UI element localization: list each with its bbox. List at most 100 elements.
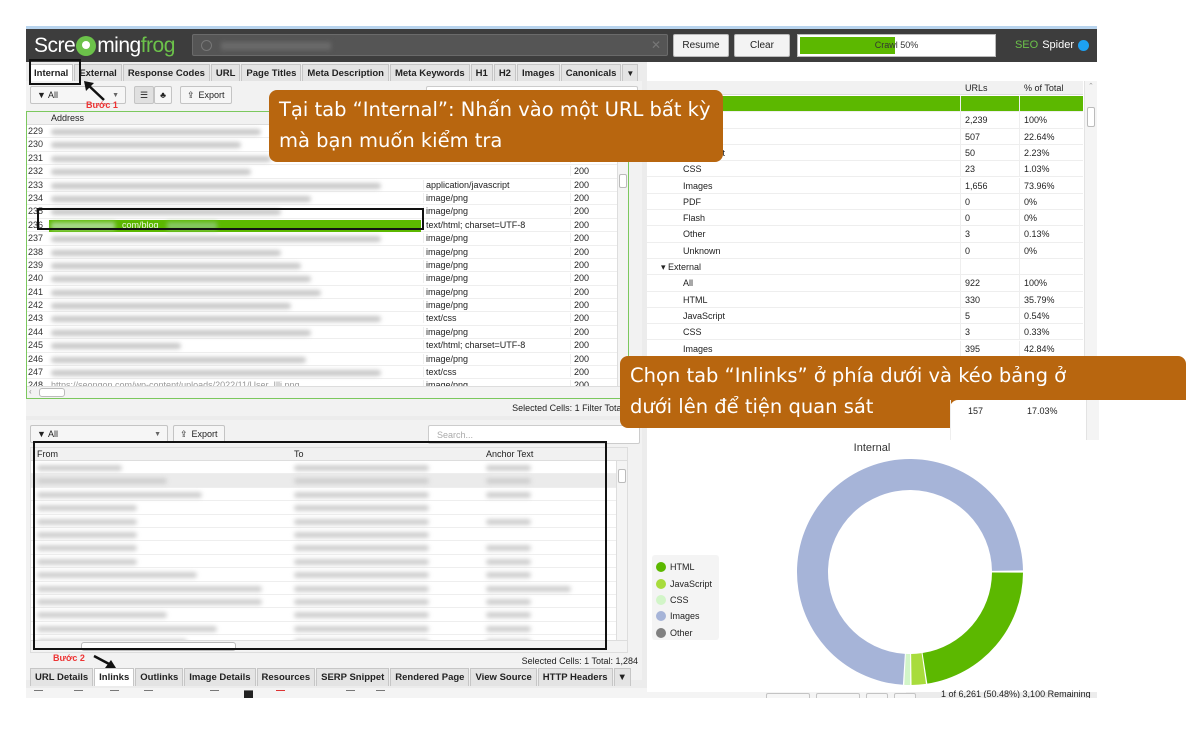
table-row[interactable]: 237 image/png 200 bbox=[27, 232, 628, 246]
overview-row[interactable]: Flash 0 0% bbox=[647, 210, 1083, 227]
twitter-icon[interactable] bbox=[1078, 39, 1089, 51]
overview-row[interactable]: Other 3 0.13% bbox=[647, 226, 1083, 243]
address-blurred[interactable] bbox=[51, 249, 281, 256]
overview-row[interactable]: All 922 100% bbox=[647, 275, 1083, 292]
donut-slice-css[interactable] bbox=[904, 653, 911, 685]
tool-icon[interactable] bbox=[346, 690, 355, 698]
address-blurred[interactable] bbox=[51, 155, 271, 162]
table-row[interactable]: 245 text/html; charset=UTF-8 200 bbox=[27, 339, 628, 353]
tab-outlinks[interactable]: Outlinks bbox=[135, 668, 184, 686]
table-row[interactable]: 242 image/png 200 bbox=[27, 299, 628, 313]
address-blurred[interactable] bbox=[51, 356, 306, 363]
tab-meta-keywords[interactable]: Meta Keywords bbox=[389, 64, 470, 82]
table-row[interactable]: 238 image/png 200 bbox=[27, 246, 628, 259]
tool-icon[interactable] bbox=[144, 690, 153, 698]
tab-page-titles[interactable]: Page Titles bbox=[241, 64, 302, 82]
address-blurred[interactable] bbox=[51, 276, 311, 283]
scroll-thumb[interactable] bbox=[619, 174, 627, 188]
table-row[interactable]: 239 image/png 200 bbox=[27, 259, 628, 273]
done-button[interactable] bbox=[816, 693, 860, 698]
tab-h1[interactable]: H1 bbox=[470, 64, 493, 82]
content-type-cell: image/png bbox=[423, 206, 468, 217]
address-blurred[interactable] bbox=[51, 303, 291, 310]
table-row[interactable]: 232 200 bbox=[27, 165, 628, 179]
clear-url-icon[interactable]: ✕ bbox=[651, 38, 661, 52]
address-blurred[interactable] bbox=[51, 129, 261, 135]
tab-serp-snippet[interactable]: SERP Snippet bbox=[316, 668, 390, 686]
list-view-button[interactable]: ☰ bbox=[134, 86, 155, 104]
tab-url[interactable]: URL bbox=[210, 64, 241, 82]
upload-button[interactable] bbox=[894, 693, 916, 698]
donut-slice-html[interactable] bbox=[922, 572, 1023, 684]
tool-icon[interactable] bbox=[74, 690, 83, 698]
tab-h2[interactable]: H2 bbox=[493, 64, 516, 82]
column-address[interactable]: Address bbox=[51, 113, 84, 123]
overview-label: HTML bbox=[683, 294, 708, 305]
overview-row[interactable]: PDF 0 0% bbox=[647, 193, 1083, 211]
address-blurred[interactable] bbox=[51, 182, 381, 189]
tool-icon[interactable] bbox=[376, 690, 385, 698]
tab-canonicals[interactable]: Canonicals bbox=[560, 64, 622, 82]
tab-url-details[interactable]: URL Details bbox=[30, 668, 94, 686]
address-blurred[interactable] bbox=[51, 195, 311, 202]
overview-row[interactable]: CSS 3 0.33% bbox=[647, 324, 1083, 341]
reset-button[interactable] bbox=[766, 693, 810, 698]
address-blurred[interactable] bbox=[51, 236, 381, 243]
tool-icon[interactable] bbox=[34, 690, 43, 698]
scroll-up-icon[interactable]: ⌃ bbox=[1088, 82, 1094, 90]
overview-row[interactable]: ▾ External bbox=[647, 259, 1083, 276]
table-row[interactable]: 240 image/png 200 bbox=[27, 272, 628, 286]
tool-icon[interactable] bbox=[244, 690, 253, 698]
table-row[interactable]: 243 text/css 200 bbox=[27, 312, 628, 326]
overview-row[interactable]: Unknown 0 0% bbox=[647, 242, 1083, 259]
overview-row[interactable]: Images 1,656 73.96% bbox=[647, 177, 1083, 194]
resume-button[interactable]: Resume bbox=[673, 34, 729, 57]
settings-button[interactable] bbox=[866, 693, 888, 698]
overview-pct: 0.33% bbox=[1024, 327, 1050, 338]
table-row[interactable]: 241 image/png 200 bbox=[27, 286, 628, 300]
address-blurred[interactable] bbox=[51, 262, 301, 269]
table-row[interactable]: 244 image/png 200 bbox=[27, 326, 628, 340]
tab-resources[interactable]: Resources bbox=[256, 668, 316, 686]
tree-view-button[interactable]: ♣ bbox=[154, 86, 172, 104]
tool-icon[interactable] bbox=[110, 690, 119, 698]
scroll-left-icon[interactable]: ‹ bbox=[29, 387, 32, 396]
table-row[interactable]: 234 image/png 200 bbox=[27, 192, 628, 206]
more-tabs-icon[interactable]: ▼ bbox=[622, 64, 639, 82]
tool-icon[interactable] bbox=[210, 690, 219, 698]
column-urls[interactable]: URLs bbox=[965, 83, 988, 93]
address-blurred[interactable] bbox=[51, 329, 311, 336]
scroll-thumb[interactable] bbox=[1087, 107, 1095, 127]
address-blurred[interactable] bbox=[51, 370, 381, 377]
column-pct-total[interactable]: % of Total bbox=[1024, 83, 1063, 93]
tab-image-details[interactable]: Image Details bbox=[184, 668, 256, 686]
tab-rendered-page[interactable]: Rendered Page bbox=[390, 668, 470, 686]
tool-icon[interactable] bbox=[276, 690, 285, 698]
scroll-thumb[interactable] bbox=[618, 469, 626, 483]
tab-inlinks[interactable]: Inlinks bbox=[94, 668, 135, 686]
table-row[interactable]: 246 image/png 200 bbox=[27, 353, 628, 367]
overview-pct: 42.84% bbox=[1024, 343, 1055, 354]
overview-row[interactable]: Images 395 42.84% bbox=[647, 340, 1083, 357]
clear-button[interactable]: Clear bbox=[734, 34, 790, 57]
tab-images[interactable]: Images bbox=[516, 64, 560, 82]
more-tabs-icon[interactable]: ▼ bbox=[613, 668, 631, 686]
tab-response-codes[interactable]: Response Codes bbox=[122, 64, 210, 82]
overview-row[interactable]: JavaScript 5 0.54% bbox=[647, 307, 1083, 325]
horizontal-scrollbar[interactable]: ‹ bbox=[27, 386, 628, 398]
tab-meta-description[interactable]: Meta Description bbox=[302, 64, 389, 82]
hscroll-thumb[interactable] bbox=[39, 388, 65, 397]
export-button[interactable]: ⇪ Export bbox=[179, 86, 232, 104]
address-blurred[interactable] bbox=[51, 169, 251, 176]
inlinks-vscrollbar[interactable] bbox=[616, 461, 627, 641]
table-row[interactable]: 247 text/css 200 bbox=[27, 366, 628, 380]
address-blurred[interactable] bbox=[51, 343, 181, 350]
url-input[interactable]: ✕ bbox=[192, 34, 668, 56]
address-blurred[interactable] bbox=[51, 142, 241, 149]
table-row[interactable]: 233 application/javascript 200 bbox=[27, 179, 628, 192]
tab-view-source[interactable]: View Source bbox=[470, 668, 537, 686]
address-blurred[interactable] bbox=[51, 289, 321, 296]
overview-row[interactable]: HTML 330 35.79% bbox=[647, 291, 1083, 308]
tab-http-headers[interactable]: HTTP Headers bbox=[537, 668, 613, 686]
address-blurred[interactable] bbox=[51, 316, 381, 323]
